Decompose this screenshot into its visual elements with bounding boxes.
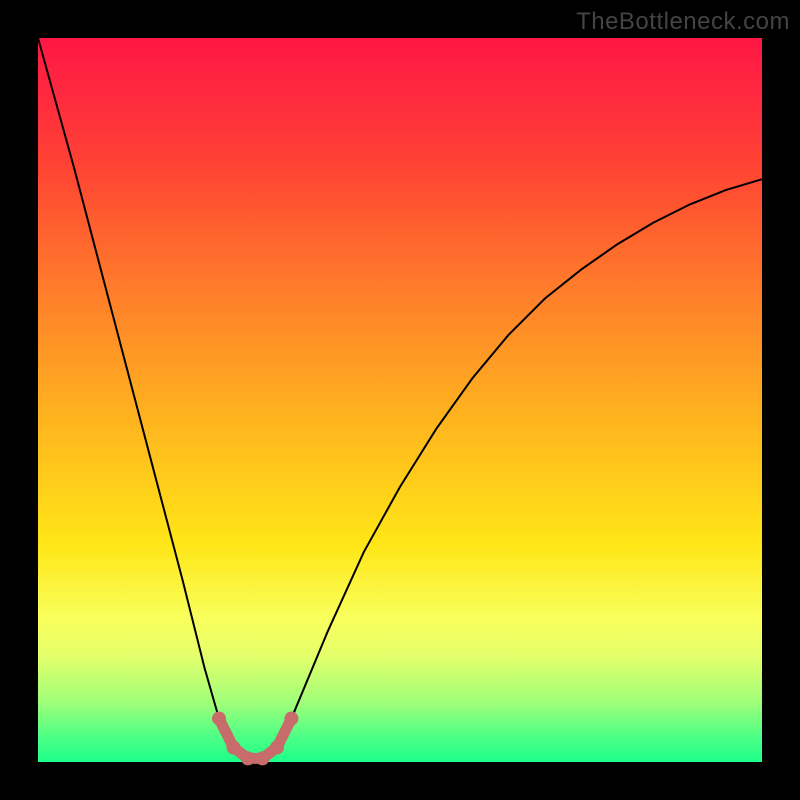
optimal-point xyxy=(284,712,298,726)
optimal-point xyxy=(241,751,255,765)
plot-area xyxy=(38,38,762,762)
optimal-point xyxy=(226,741,240,755)
optimal-point xyxy=(212,712,226,726)
optimal-point xyxy=(270,741,284,755)
bottleneck-curve xyxy=(38,38,762,758)
watermark-text: TheBottleneck.com xyxy=(576,8,790,36)
chart-frame: TheBottleneck.com xyxy=(0,0,800,800)
optimal-point xyxy=(255,751,269,765)
chart-svg xyxy=(38,38,762,762)
